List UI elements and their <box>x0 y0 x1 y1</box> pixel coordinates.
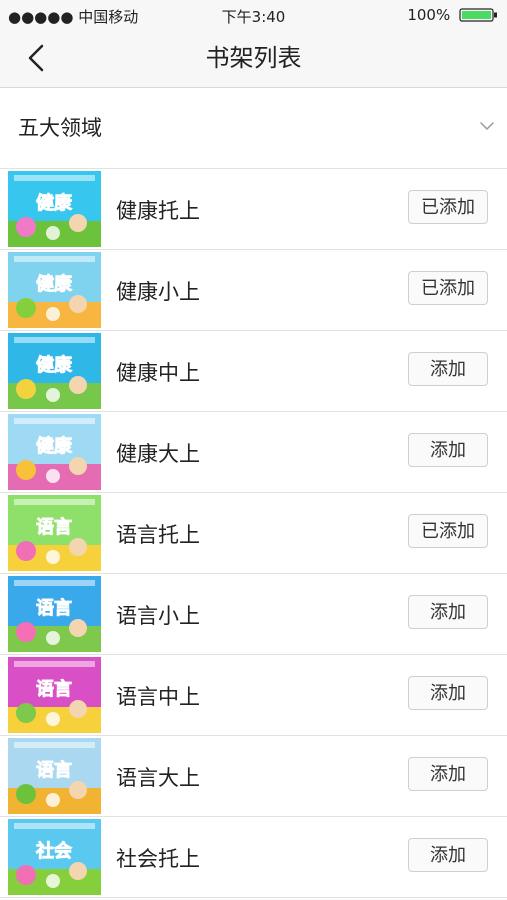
cover-title: 健康 <box>36 435 73 457</box>
book-cover-image: 健康 <box>8 414 101 490</box>
book-name: 健康大上 <box>116 442 200 466</box>
add-book-button[interactable]: 添加 <box>408 352 488 386</box>
filter-label: 五大领域 <box>18 116 102 140</box>
list-item[interactable]: 语言 语言大上 添加 <box>0 736 507 817</box>
back-button[interactable] <box>20 40 60 80</box>
book-cover-image: 社会 <box>8 819 101 895</box>
battery-status: 100% <box>407 6 499 24</box>
cover-title: 语言 <box>36 516 72 538</box>
list-item[interactable]: 语言 语言小上 添加 <box>0 574 507 655</box>
battery-percent: 100% <box>407 6 451 24</box>
list-item[interactable]: 语言 语言中上 添加 <box>0 655 507 736</box>
cover-title: 健康 <box>36 354 73 376</box>
add-book-button[interactable]: 添加 <box>408 676 488 710</box>
cover-title: 健康 <box>36 273 73 295</box>
add-book-button[interactable]: 添加 <box>408 757 488 791</box>
add-book-button[interactable]: 已添加 <box>408 514 488 548</box>
book-name: 健康小上 <box>116 280 200 304</box>
book-name: 语言大上 <box>116 766 200 790</box>
book-name: 语言小上 <box>116 604 200 628</box>
list-item[interactable]: 健康 健康托上 已添加 <box>0 169 507 250</box>
list-item[interactable]: 健康 健康中上 添加 <box>0 331 507 412</box>
cover-title: 社会 <box>36 840 72 862</box>
cover-title: 语言 <box>36 759 72 781</box>
cover-title: 语言 <box>36 597 72 619</box>
chevron-left-icon <box>28 44 44 72</box>
page-title: 书架列表 <box>205 44 302 72</box>
book-cover-image: 健康 <box>8 171 101 247</box>
book-cover-image: 语言 <box>8 738 101 814</box>
battery-icon <box>459 8 497 22</box>
chevron-down-icon <box>480 122 494 131</box>
nav-bar: 书架列表 <box>0 30 507 88</box>
add-book-button[interactable]: 添加 <box>408 433 488 467</box>
add-book-button[interactable]: 添加 <box>408 595 488 629</box>
add-book-button[interactable]: 已添加 <box>408 190 488 224</box>
book-name: 健康中上 <box>116 361 200 385</box>
list-item[interactable]: 社会 社会托上 添加 <box>0 817 507 898</box>
domain-filter-dropdown[interactable]: 五大领域 <box>0 88 507 169</box>
cover-title: 健康 <box>36 192 73 214</box>
list-item[interactable]: 语言 语言托上 已添加 <box>0 493 507 574</box>
book-name: 社会托上 <box>116 847 200 871</box>
status-bar: ●●●●● 中国移动 下午3:40 100% <box>0 0 507 30</box>
list-item[interactable]: 健康 健康大上 添加 <box>0 412 507 493</box>
book-cover-image: 健康 <box>8 252 101 328</box>
book-cover-image: 语言 <box>8 576 101 652</box>
book-name: 健康托上 <box>116 199 200 223</box>
list-item[interactable]: 健康 健康小上 已添加 <box>0 250 507 331</box>
book-cover-image: 语言 <box>8 495 101 571</box>
bookshelf-list: 健康 健康托上 已添加 健康 健康小上 已添加 健康 健康中上 添加 健康 健康… <box>0 169 507 898</box>
book-name: 语言托上 <box>116 523 200 547</box>
add-book-button[interactable]: 已添加 <box>408 271 488 305</box>
add-book-button[interactable]: 添加 <box>408 838 488 872</box>
cover-title: 语言 <box>36 678 72 700</box>
book-cover-image: 语言 <box>8 657 101 733</box>
book-cover-image: 健康 <box>8 333 101 409</box>
book-name: 语言中上 <box>116 685 200 709</box>
